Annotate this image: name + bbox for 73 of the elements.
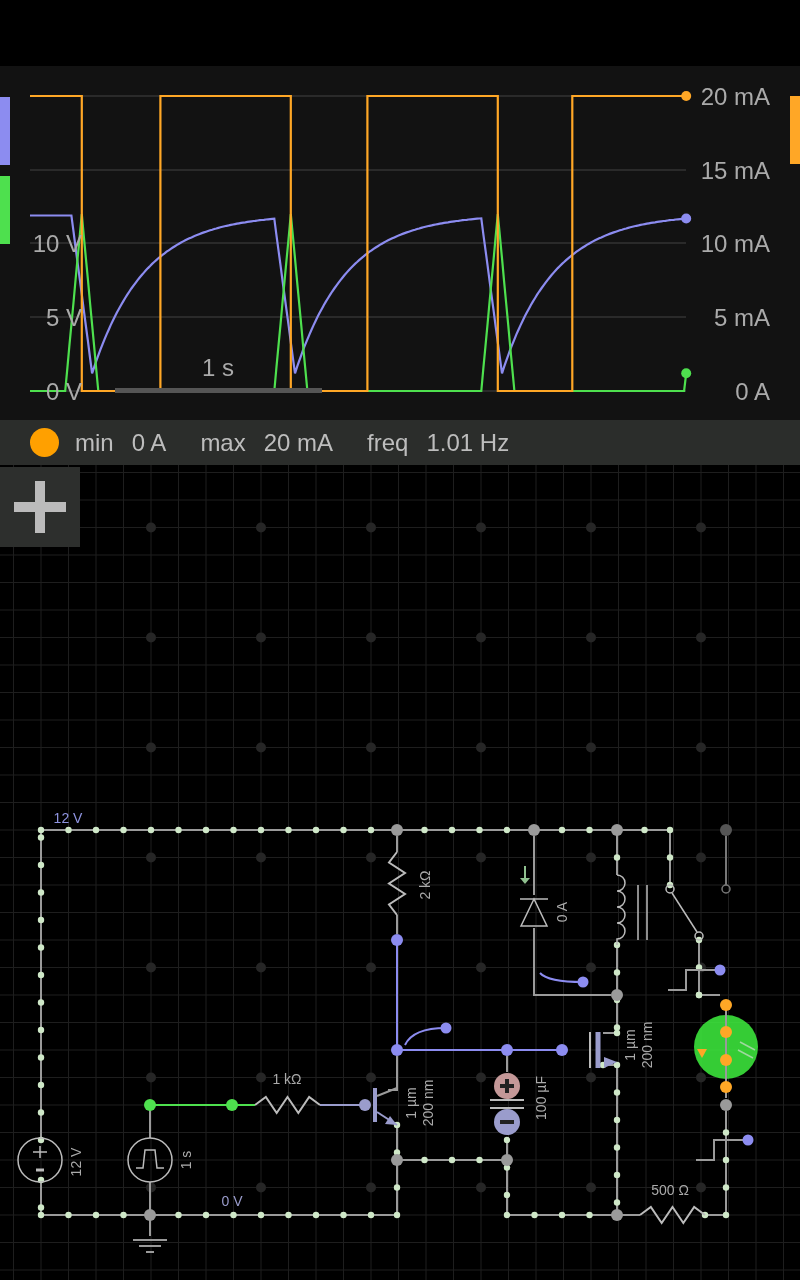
end-marker bbox=[681, 91, 692, 101]
component-label: 1 µm bbox=[622, 1029, 638, 1061]
trace-swatch[interactable] bbox=[790, 96, 800, 164]
wire bbox=[506, 1055, 508, 1073]
resistor-symbol[interactable] bbox=[387, 851, 407, 916]
component-label: 200 nm bbox=[639, 1021, 655, 1069]
junction-dot[interactable] bbox=[144, 1209, 156, 1221]
component-label: 0 A bbox=[554, 901, 570, 923]
component-label: 500 Ω bbox=[651, 1182, 689, 1198]
wire bbox=[725, 835, 727, 886]
junction-dot[interactable] bbox=[226, 1099, 238, 1111]
junction-dot[interactable] bbox=[501, 1044, 513, 1056]
transistor-symbol[interactable] bbox=[373, 1087, 398, 1126]
junction-dot[interactable] bbox=[720, 1099, 732, 1111]
end-marker bbox=[681, 368, 692, 379]
diode-symbol[interactable] bbox=[519, 897, 549, 927]
junction-dot[interactable] bbox=[391, 1154, 403, 1166]
axis-label: 5 mA bbox=[714, 303, 770, 331]
wire bbox=[396, 914, 398, 935]
series-dot bbox=[30, 428, 59, 457]
ground-symbol[interactable] bbox=[132, 1239, 168, 1253]
time-scale-label: 1 s bbox=[202, 354, 234, 381]
led-symbol[interactable] bbox=[694, 999, 758, 1099]
component-label: 1 µm bbox=[403, 1087, 419, 1119]
readout-label: max bbox=[200, 428, 246, 457]
probe-lead[interactable] bbox=[539, 972, 589, 988]
add-button[interactable] bbox=[0, 467, 80, 547]
junction-dot[interactable] bbox=[720, 824, 732, 836]
readout-value: 0 A bbox=[131, 428, 167, 457]
junction-dot[interactable] bbox=[611, 989, 623, 1001]
readout-value: 20 mA bbox=[263, 428, 334, 457]
component-label: 200 nm bbox=[420, 1079, 436, 1127]
end-marker bbox=[681, 213, 692, 224]
junction-dot[interactable] bbox=[391, 934, 403, 946]
junction-dot[interactable] bbox=[391, 824, 403, 836]
junction-dot[interactable] bbox=[556, 1044, 568, 1056]
down-arrow-icon bbox=[520, 865, 530, 884]
inductor-symbol[interactable] bbox=[616, 874, 648, 946]
readout-value: 1.01 Hz bbox=[426, 428, 510, 457]
component-label: 0 V bbox=[221, 1193, 243, 1209]
junction-dot[interactable] bbox=[528, 824, 540, 836]
plus-icon bbox=[14, 481, 66, 533]
probe-lead[interactable] bbox=[404, 1022, 452, 1046]
junction-dot[interactable] bbox=[144, 1099, 156, 1111]
step-probe[interactable] bbox=[667, 964, 726, 991]
resistor-symbol[interactable] bbox=[254, 1095, 321, 1115]
axis-label: 20 mA bbox=[700, 82, 770, 110]
component-label: 12 V bbox=[53, 810, 83, 826]
component-label: 1 kΩ bbox=[272, 1071, 302, 1087]
axis-label: 0 A bbox=[735, 377, 770, 405]
component-label: 12 V bbox=[68, 1147, 84, 1177]
readout-label: min bbox=[75, 428, 114, 457]
mosfet-symbol[interactable] bbox=[589, 1031, 617, 1069]
axis-label: 10 mA bbox=[700, 229, 770, 257]
junction-dot[interactable] bbox=[501, 1154, 513, 1166]
pulse-source-symbol[interactable] bbox=[127, 1137, 173, 1183]
battery-symbol[interactable] bbox=[17, 1137, 63, 1183]
resistor-symbol[interactable] bbox=[639, 1205, 706, 1225]
step-probe[interactable] bbox=[695, 1134, 754, 1161]
trace-swatch[interactable] bbox=[0, 97, 10, 165]
junction-dot[interactable] bbox=[359, 1099, 371, 1111]
component-label: 1 s bbox=[178, 1150, 194, 1170]
readout-label: freq bbox=[367, 428, 409, 457]
junction-dot[interactable] bbox=[611, 1209, 623, 1221]
axis-label: 15 mA bbox=[700, 156, 770, 184]
wire bbox=[387, 1055, 398, 1091]
junction-dot[interactable] bbox=[391, 1044, 403, 1056]
switch-symbol[interactable] bbox=[665, 884, 731, 941]
component-label: 100 µF bbox=[533, 1076, 549, 1120]
junction-dot[interactable] bbox=[611, 824, 623, 836]
component-label: 2 kΩ bbox=[417, 870, 433, 900]
capacitor-symbol[interactable] bbox=[489, 1073, 525, 1135]
trace-swatch[interactable] bbox=[0, 176, 10, 244]
